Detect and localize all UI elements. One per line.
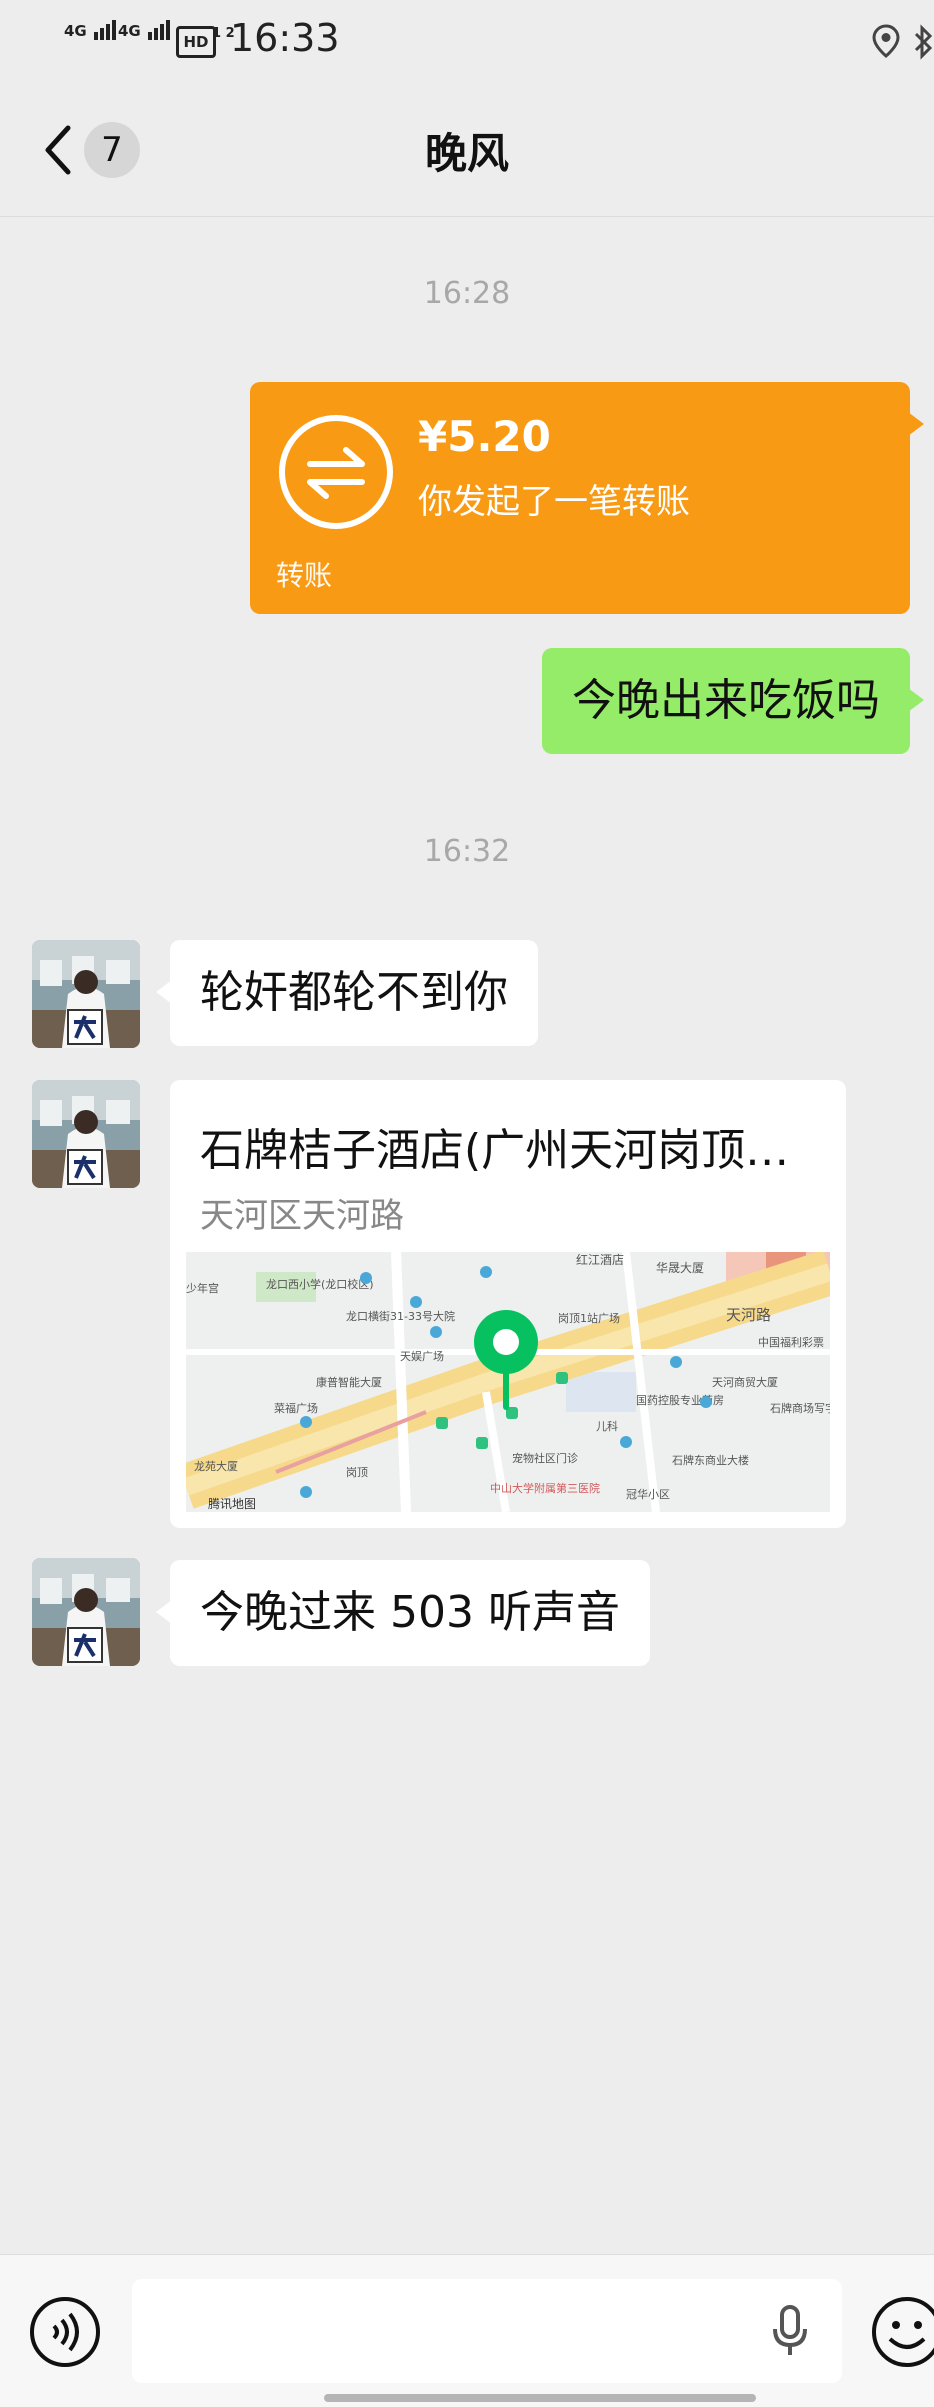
emoji-icon[interactable]	[870, 2295, 934, 2373]
message-input[interactable]	[132, 2279, 842, 2383]
map-label: 天河商贸大厦	[712, 1375, 778, 1389]
received-message-bubble[interactable]: 今晚过来 503 听声音	[156, 1560, 650, 1666]
map-label: 岗顶	[346, 1466, 368, 1479]
message-timestamp: 16:28	[423, 276, 511, 311]
network-type-label: 4G	[118, 22, 141, 40]
map-label: 宠物社区门诊	[512, 1451, 578, 1465]
map-label: 冠华小区	[626, 1487, 670, 1501]
transfer-label: 转账	[276, 559, 333, 592]
contact-avatar[interactable]	[32, 940, 140, 1048]
map-label: 龙口西小学(龙口校区)	[266, 1277, 374, 1291]
voice-mode-icon[interactable]	[28, 2295, 102, 2373]
transfer-description: 你发起了一笔转账	[418, 482, 690, 522]
received-message-bubble[interactable]: 轮奸都轮不到你	[156, 940, 538, 1046]
sent-message-bubble[interactable]: 今晚出来吃饭吗	[542, 648, 924, 754]
bluetooth-icon	[912, 24, 934, 64]
transfer-card[interactable]: ¥5.20 你发起了一笔转账 转账	[250, 382, 924, 614]
input-bar	[0, 2254, 934, 2407]
chat-title: 晚风	[424, 129, 509, 178]
chat-header: 7 晚风	[0, 80, 934, 217]
map-label: 天河路	[726, 1306, 771, 1324]
map-label: 少年宫	[186, 1281, 219, 1295]
map-label: 龙口横街31-33号大院	[346, 1309, 455, 1323]
status-time: 16:33	[230, 16, 340, 60]
map-label: 岗顶1站广场	[558, 1311, 620, 1325]
map-label: 中山大学附属第三医院	[490, 1481, 600, 1495]
map-label: 康普智能大厦	[316, 1375, 382, 1389]
location-name: 石牌桔子酒店(广州天河岗顶…	[200, 1125, 790, 1176]
contact-avatar[interactable]	[32, 1558, 140, 1666]
transfer-amount: ¥5.20	[418, 412, 551, 461]
map-label: 儿科	[596, 1419, 618, 1433]
map-label: 中国福利彩票	[758, 1335, 824, 1349]
map-label: 菜福广场	[274, 1401, 318, 1415]
network-type-label: 4G	[64, 22, 87, 40]
map-label: 石牌商场写字楼	[770, 1401, 830, 1415]
location-map[interactable]: 天河路 红江酒店 华晟大厦 岗顶1站广场 龙口西小学(龙口校区) 龙口横街31-…	[178, 1250, 846, 1513]
transfer-icon	[276, 412, 396, 536]
map-label: 腾讯地图	[208, 1496, 256, 1511]
map-label: 龙苑大厦	[194, 1459, 238, 1473]
home-indicator[interactable]	[324, 2394, 756, 2402]
status-bar: 4G 4G HD 1 2 16:33	[0, 0, 934, 80]
message-timestamp: 16:32	[423, 834, 511, 869]
contact-avatar[interactable]	[32, 1080, 140, 1188]
location-address: 天河区天河路	[200, 1196, 404, 1236]
microphone-icon[interactable]	[772, 2305, 808, 2363]
map-label: 石牌东商业大楼	[672, 1453, 749, 1467]
map-label: 华晟大厦	[656, 1261, 704, 1275]
map-label: 红江酒店	[576, 1252, 624, 1267]
map-label: 天娱广场	[400, 1349, 444, 1363]
cellular-signal-2: 4G	[118, 20, 172, 40]
location-icon	[872, 24, 900, 62]
hd-call-icon: HD	[176, 26, 216, 58]
location-card[interactable]: 石牌桔子酒店(广州天河岗顶… 天河区天河路 天河路 红江酒店 华晟大厦 岗顶1站…	[170, 1080, 846, 1528]
cellular-signal-1: 4G	[64, 20, 118, 40]
